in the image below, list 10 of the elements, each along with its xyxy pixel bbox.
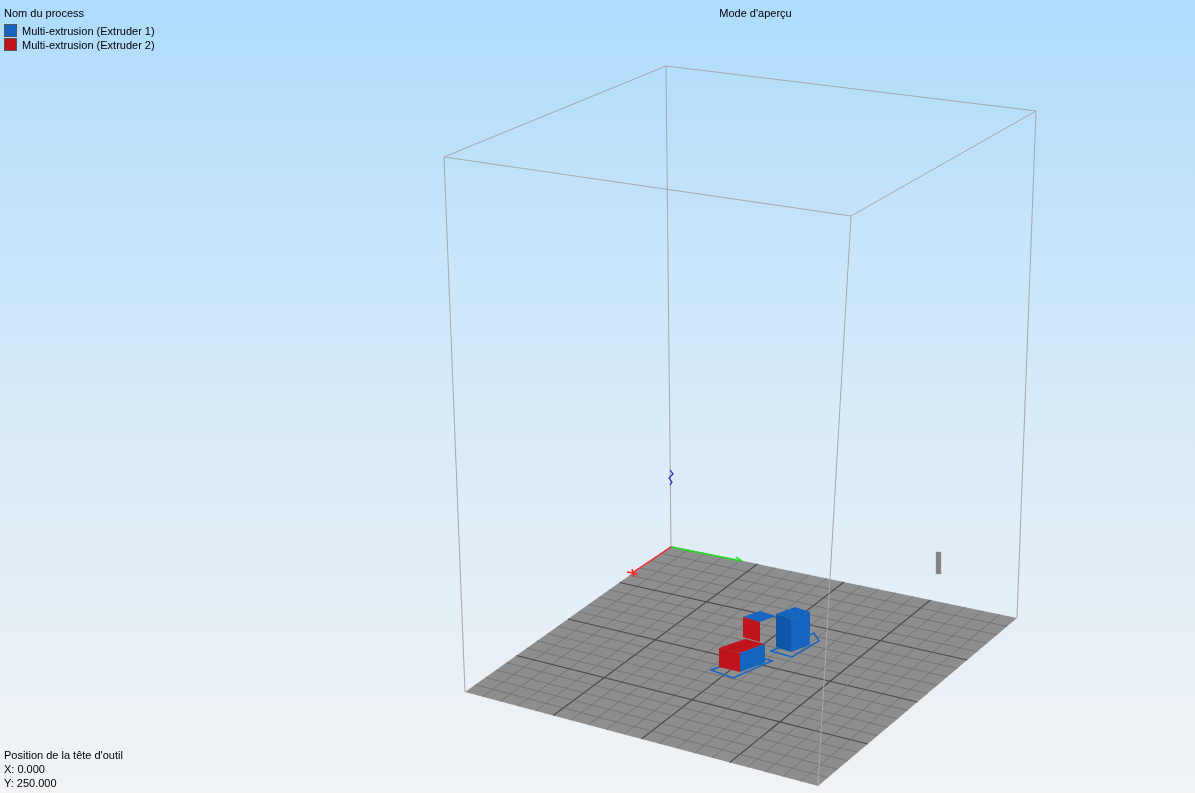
- legend-label: Multi-extrusion (Extruder 1): [22, 24, 155, 37]
- tool-position-y: Y: 250.000: [4, 777, 58, 789]
- view-title: Mode d'aperçu: [719, 7, 792, 19]
- axis-x-drawing: [626, 546, 672, 578]
- tool-position-title: Position de la tête d'outil: [4, 749, 123, 761]
- nozzle-drawing: [935, 551, 942, 575]
- axis-z-drawing: [668, 469, 674, 486]
- tool-position-x: X: 0.000: [4, 763, 46, 775]
- legend-label: Multi-extrusion (Extruder 2): [22, 38, 155, 51]
- legend-title: Nom du process: [4, 7, 86, 19]
